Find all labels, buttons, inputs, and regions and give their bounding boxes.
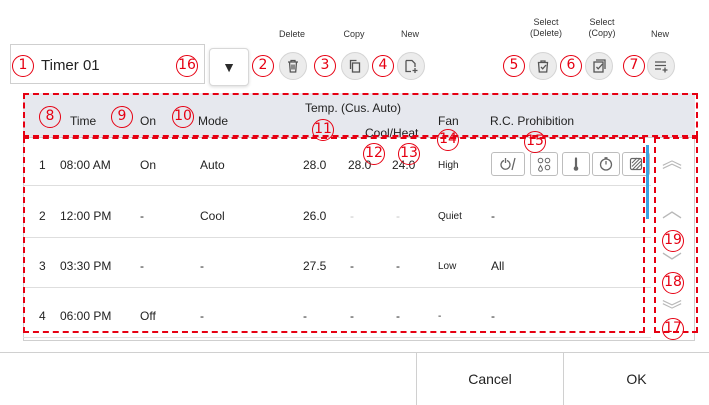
select-copy-button[interactable] xyxy=(585,52,613,80)
callout-19: 19 xyxy=(662,230,684,252)
select-delete-icon xyxy=(537,60,549,73)
timer-dropdown-button[interactable]: ▼ xyxy=(209,48,249,86)
delete-button[interactable] xyxy=(279,52,307,80)
callout-11: 11 xyxy=(312,119,334,141)
callout-12: 12 xyxy=(363,143,385,165)
callout-15: 15 xyxy=(524,131,546,153)
select-copy-label: Select (Copy) xyxy=(588,17,616,38)
scrollbar[interactable] xyxy=(646,145,649,219)
add-list-icon xyxy=(655,61,668,73)
new-timer-button[interactable] xyxy=(397,52,425,80)
timer-name-value: Timer 01 xyxy=(41,57,100,74)
callout-4: 4 xyxy=(372,55,394,77)
delete-label: Delete xyxy=(278,29,305,39)
callout-5: 5 xyxy=(503,55,525,77)
callout-13: 13 xyxy=(398,143,420,165)
callout-18: 18 xyxy=(662,272,684,294)
new-file-icon xyxy=(405,59,418,73)
callout-10: 10 xyxy=(172,106,194,128)
annotation-rows-area xyxy=(23,137,645,333)
callout-3: 3 xyxy=(314,55,336,77)
trash-icon xyxy=(288,59,298,73)
copy-icon xyxy=(349,59,361,73)
callout-2: 2 xyxy=(252,55,274,77)
callout-14: 14 xyxy=(437,129,459,151)
cancel-button[interactable]: Cancel xyxy=(416,353,563,405)
callout-8: 8 xyxy=(39,106,61,128)
new-label: New xyxy=(400,29,419,39)
select-copy-icon xyxy=(593,59,606,73)
new-row-label: New xyxy=(650,29,669,39)
callout-9: 9 xyxy=(111,106,133,128)
copy-label: Copy xyxy=(343,29,365,39)
copy-button[interactable] xyxy=(341,52,369,80)
new-row-button[interactable] xyxy=(647,52,675,80)
dropdown-arrow-icon: ▼ xyxy=(222,59,236,75)
callout-7: 7 xyxy=(623,55,645,77)
callout-16: 16 xyxy=(176,55,198,77)
callout-17: 17 xyxy=(662,318,684,340)
select-delete-button[interactable] xyxy=(529,52,557,80)
callout-6: 6 xyxy=(560,55,582,77)
select-delete-label: Select (Delete) xyxy=(529,17,562,38)
callout-1: 1 xyxy=(12,55,34,77)
ok-button[interactable]: OK xyxy=(563,353,709,405)
